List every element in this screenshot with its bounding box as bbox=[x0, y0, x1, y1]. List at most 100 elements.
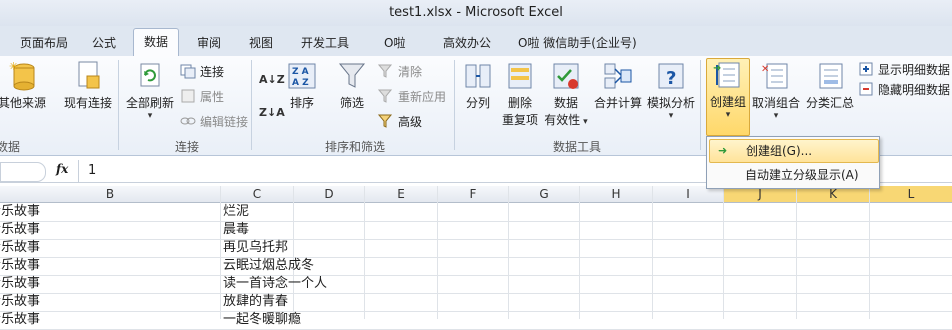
arrow-right-icon: ➜ bbox=[718, 144, 728, 157]
cell-b[interactable]: 音乐故事 bbox=[0, 221, 218, 239]
tab-formulas[interactable]: 公式 bbox=[92, 32, 116, 56]
cell-c[interactable]: 烂泥 bbox=[223, 203, 423, 221]
svg-text:✕: ✕ bbox=[761, 64, 769, 75]
column-header-g[interactable]: G bbox=[509, 186, 580, 202]
cell-c[interactable]: 读一首诗念一个人 bbox=[223, 275, 423, 293]
filter-button[interactable]: 筛选 bbox=[334, 60, 370, 111]
hide-detail-label: 隐藏明细数据 bbox=[878, 82, 951, 97]
menu-item-auto-outline[interactable]: 自动建立分级显示(A) bbox=[709, 164, 877, 186]
refresh-icon bbox=[135, 60, 165, 92]
subtotal-label: 分类汇总 bbox=[805, 96, 854, 110]
column-header-b[interactable]: B bbox=[0, 186, 221, 202]
ungroup-icon: ✕ bbox=[761, 60, 791, 92]
column-header-c[interactable]: C bbox=[221, 186, 294, 202]
refresh-all-label: 全部刷新 bbox=[125, 96, 174, 110]
fx-icon[interactable]: fx bbox=[56, 162, 68, 176]
connections-button[interactable]: 连接 bbox=[180, 62, 224, 80]
properties-label: 属性 bbox=[200, 89, 225, 104]
subtotal-button[interactable]: 分类汇总 bbox=[804, 60, 856, 111]
existing-connections-button[interactable]: 现有连接 bbox=[62, 60, 114, 111]
formula-divider bbox=[78, 160, 81, 182]
cell-b[interactable]: 音乐故事 bbox=[0, 257, 218, 275]
cell-b[interactable]: 音乐故事 bbox=[0, 311, 218, 329]
tab-developer[interactable]: 开发工具 bbox=[301, 32, 349, 56]
properties-button[interactable]: 属性 bbox=[180, 87, 224, 105]
worksheet-grid: 音乐故事 烂泥 音乐故事 晨毒 音乐故事 再见乌托邦 音乐故事 云眠过烟总成冬 … bbox=[0, 203, 952, 330]
create-group-button[interactable]: ➜ 创建组 ▾ bbox=[706, 58, 750, 136]
ribbon-separator bbox=[118, 60, 119, 150]
tab-ola-wechat[interactable]: O啦 微信助手(企业号) bbox=[518, 32, 637, 56]
cell-c[interactable]: 再见乌托邦 bbox=[223, 239, 423, 257]
connections-label: 连接 bbox=[200, 64, 225, 79]
cell-c[interactable]: 晨毒 bbox=[223, 221, 423, 239]
chevron-down-icon: ▾ bbox=[668, 111, 674, 121]
tab-page-layout[interactable]: 页面布局 bbox=[20, 32, 68, 56]
tab-review[interactable]: 审阅 bbox=[197, 32, 221, 56]
sort-label: 排序 bbox=[289, 96, 314, 110]
chevron-down-icon: ▾ bbox=[580, 117, 588, 127]
column-header-e[interactable]: E bbox=[365, 186, 438, 202]
group-label-sort-filter: 排序和筛选 bbox=[325, 140, 386, 154]
ungroup-button[interactable]: ✕ 取消组合 ▾ bbox=[750, 60, 802, 121]
column-header-f[interactable]: F bbox=[438, 186, 509, 202]
column-header-l[interactable]: L bbox=[870, 186, 952, 202]
consolidate-label: 合并计算 bbox=[593, 96, 642, 110]
edit-links-button[interactable]: 编辑链接 bbox=[180, 112, 248, 130]
column-header-d[interactable]: D bbox=[294, 186, 365, 202]
reapply-button[interactable]: 重新应用 bbox=[377, 87, 447, 105]
data-validation-button[interactable]: 数据 有效性 ▾ bbox=[542, 60, 590, 128]
advanced-filter-button[interactable]: 高级 bbox=[377, 112, 423, 130]
cell-b[interactable]: 音乐故事 bbox=[0, 275, 218, 293]
cell-b[interactable]: 音乐故事 bbox=[0, 239, 218, 257]
consolidate-button[interactable]: 合并计算 bbox=[592, 60, 644, 111]
sort-za-button[interactable]: Z↓A bbox=[259, 103, 285, 121]
cell-b[interactable]: 音乐故事 bbox=[0, 203, 218, 221]
table-row: 音乐故事 再见乌托邦 bbox=[0, 239, 952, 258]
text-to-columns-button[interactable]: 分列 bbox=[460, 60, 496, 111]
group-label-data: 数据 bbox=[0, 140, 21, 154]
table-row: 音乐故事 读一首诗念一个人 bbox=[0, 275, 952, 294]
ribbon-tab-bar: 页面布局 公式 数据 审阅 视图 开发工具 O啦 高效办公 O啦 微信助手(企业… bbox=[0, 26, 952, 57]
table-row: 音乐故事 烂泥 bbox=[0, 203, 952, 222]
sort-button[interactable]: Z AA Z 排序 bbox=[284, 60, 320, 111]
menu-item-create-group[interactable]: ➜ 创建组(G)... bbox=[709, 139, 879, 163]
existing-connections-label: 现有连接 bbox=[63, 96, 112, 110]
show-detail-button[interactable]: 显示明细数据 bbox=[858, 60, 950, 78]
tab-efficient-office[interactable]: 高效办公 bbox=[443, 32, 491, 56]
group-icon: ➜ bbox=[713, 59, 743, 91]
advanced-filter-label: 高级 bbox=[398, 114, 423, 129]
clear-filter-icon bbox=[377, 63, 394, 79]
svg-text:Z A: Z A bbox=[292, 67, 309, 77]
cell-c[interactable]: 一起冬暖聊瘾 bbox=[223, 311, 423, 329]
chevron-down-icon: ▾ bbox=[773, 111, 779, 121]
menu-item-create-group-label: 创建组(G)... bbox=[746, 144, 813, 158]
hide-detail-button[interactable]: 隐藏明细数据 bbox=[858, 80, 950, 98]
remove-duplicates-button[interactable]: 删除 重复项 bbox=[500, 60, 540, 128]
table-row: 音乐故事 一起冬暖聊瘾 bbox=[0, 311, 952, 330]
chevron-down-icon: ▾ bbox=[147, 111, 153, 121]
other-sources-button[interactable]: ✳ 其他来源 bbox=[0, 60, 50, 111]
name-box[interactable] bbox=[0, 162, 46, 182]
filter-label: 筛选 bbox=[339, 96, 364, 110]
what-if-analysis-button[interactable]: ? 模拟分析 ▾ bbox=[646, 60, 696, 121]
subtotal-icon bbox=[815, 60, 845, 92]
columns-icon bbox=[463, 60, 493, 92]
reapply-label: 重新应用 bbox=[398, 89, 447, 104]
funnel-icon bbox=[337, 60, 367, 92]
validation-icon bbox=[551, 60, 581, 92]
create-group-label: 创建组 bbox=[709, 95, 746, 109]
formula-input[interactable]: 1 bbox=[88, 163, 96, 178]
refresh-all-button[interactable]: 全部刷新 ▾ bbox=[122, 60, 178, 121]
clear-filter-button[interactable]: 清除 bbox=[377, 62, 422, 80]
sort-az-button[interactable]: A↓Z bbox=[259, 70, 285, 88]
tab-ola[interactable]: O啦 bbox=[384, 32, 405, 56]
column-header-h[interactable]: H bbox=[580, 186, 653, 202]
cell-c[interactable]: 放肆的青春 bbox=[223, 293, 423, 311]
cell-c[interactable]: 云眠过烟总成冬 bbox=[223, 257, 423, 275]
window-title-bar: test1.xlsx - Microsoft Excel bbox=[0, 0, 952, 26]
remove-duplicates-icon bbox=[505, 60, 535, 92]
tab-data[interactable]: 数据 bbox=[133, 28, 180, 57]
edit-links-label: 编辑链接 bbox=[200, 114, 249, 129]
tab-view[interactable]: 视图 bbox=[249, 32, 273, 56]
cell-b[interactable]: 音乐故事 bbox=[0, 293, 218, 311]
